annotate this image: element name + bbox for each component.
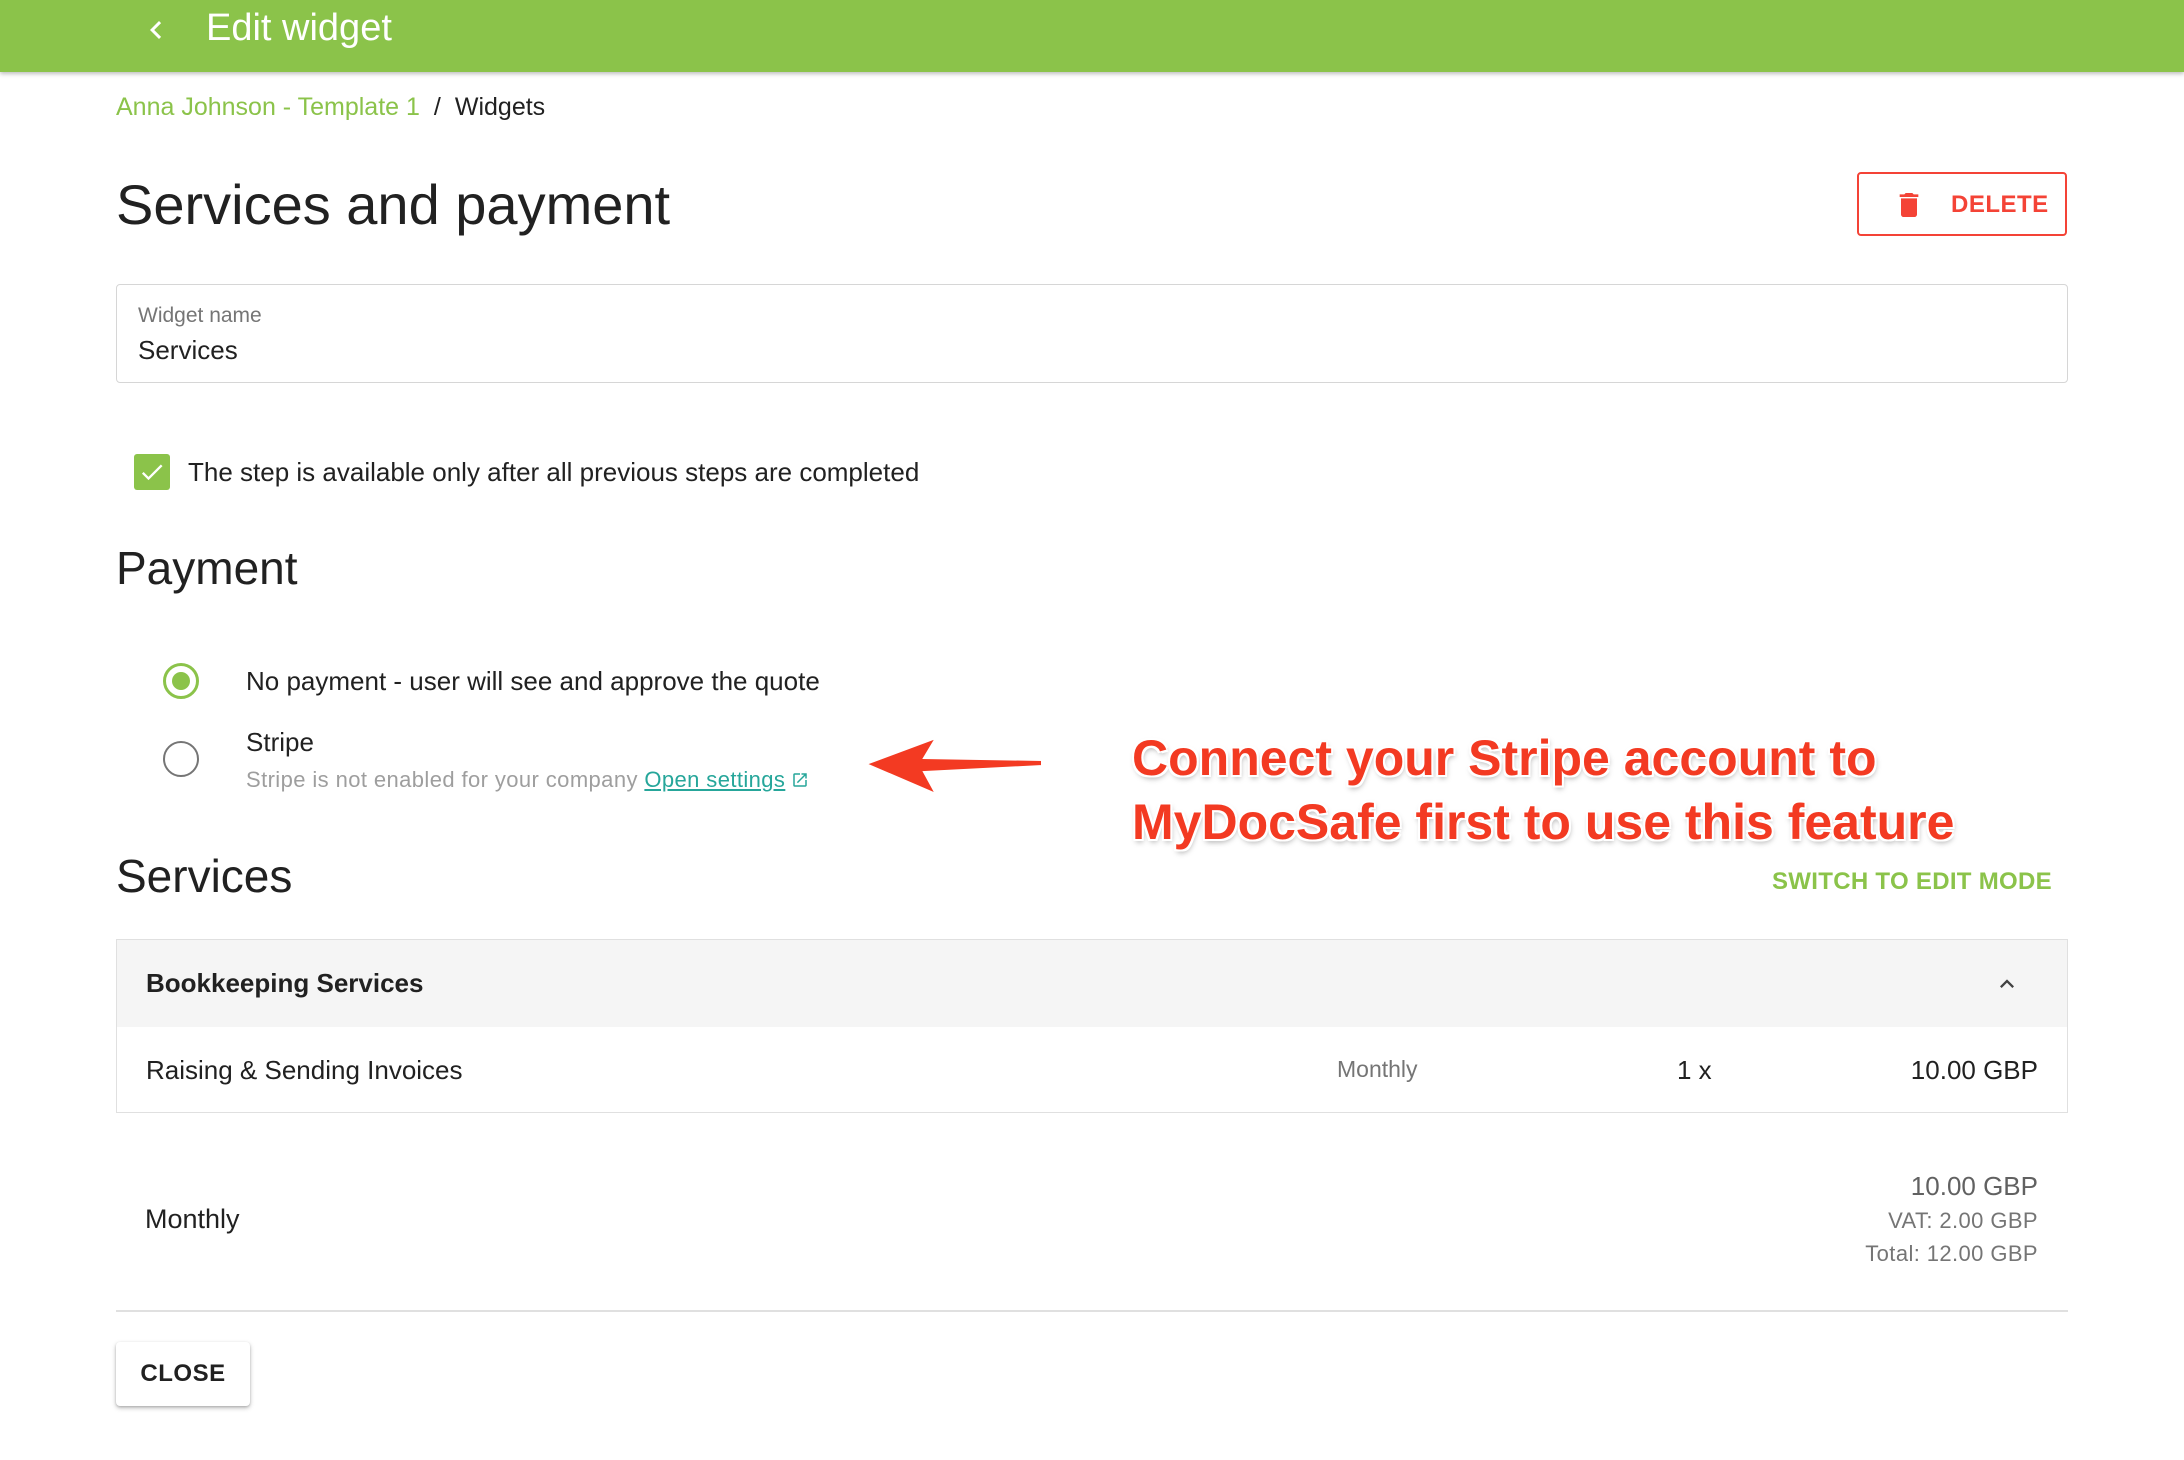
step-availability-checkbox[interactable]	[134, 454, 170, 490]
summary-vat: VAT: 2.00 GBP	[1888, 1208, 2038, 1233]
footer-divider	[116, 1310, 2068, 1312]
chevron-left-icon[interactable]	[138, 12, 174, 48]
breadcrumb-separator: /	[433, 93, 441, 121]
radio-stripe[interactable]	[163, 741, 199, 777]
delete-button-label: DELETE	[1951, 191, 2049, 218]
chevron-up-icon[interactable]	[1993, 970, 2021, 998]
payment-section-title: Payment	[116, 542, 298, 594]
app-header: Edit widget	[0, 0, 2184, 72]
breadcrumb: Anna Johnson - Template 1 / Widgets	[116, 90, 545, 124]
annotation-line-2: MyDocSafe first to use this feature	[1132, 794, 1955, 850]
checkmark-icon	[141, 464, 163, 481]
service-quantity: 1 x	[1677, 1055, 1712, 1085]
service-row: Raising & Sending Invoices Monthly 1 x 1…	[117, 1027, 2067, 1114]
radio-stripe-label: Stripe	[246, 727, 314, 757]
annotation-line-1: Connect your Stripe account to	[1132, 730, 1877, 786]
trash-icon	[1899, 193, 1919, 217]
stripe-note: Stripe is not enabled for your company O…	[246, 765, 809, 795]
annotation-arrow-icon	[864, 736, 1043, 797]
services-group-title: Bookkeeping Services	[146, 968, 424, 998]
close-button-label: CLOSE	[140, 1360, 226, 1387]
summary-total: Total: 12.00 GBP	[1865, 1241, 2038, 1266]
delete-button[interactable]: DELETE	[1857, 172, 2067, 236]
open-settings-label: Open settings	[644, 767, 786, 792]
external-link-icon	[793, 773, 808, 787]
step-availability-label: The step is available only after all pre…	[188, 457, 920, 487]
switch-to-edit-mode-button[interactable]: SWITCH TO EDIT MODE	[1772, 868, 2052, 896]
breadcrumb-current: Widgets	[454, 93, 546, 121]
page-title: Services and payment	[116, 173, 671, 236]
radio-no-payment[interactable]	[163, 663, 199, 699]
widget-name-label: Widget name	[138, 304, 262, 327]
services-group-header[interactable]: Bookkeeping Services	[117, 940, 2067, 1027]
service-period: Monthly	[1337, 1056, 1418, 1082]
header-title: Edit widget	[206, 7, 392, 49]
widget-name-field[interactable]: Widget name	[116, 284, 2068, 383]
close-button[interactable]: CLOSE	[116, 1342, 250, 1406]
annotation-callout: Connect your Stripe account to MyDocSafe…	[1132, 726, 1954, 854]
summary-period: Monthly	[145, 1204, 240, 1234]
service-price: 10.00 GBP	[1910, 1055, 2038, 1085]
service-name: Raising & Sending Invoices	[146, 1055, 463, 1085]
open-settings-link[interactable]: Open settings	[644, 767, 809, 792]
breadcrumb-parent-link[interactable]: Anna Johnson - Template 1	[116, 93, 420, 121]
stripe-note-text: Stripe is not enabled for your company	[246, 767, 638, 792]
services-section-title: Services	[116, 850, 293, 902]
services-group-card: Bookkeeping Services Raising & Sending I…	[116, 939, 2068, 1113]
summary-amount: 10.00 GBP	[1910, 1171, 2038, 1201]
radio-no-payment-label: No payment - user will see and approve t…	[246, 666, 820, 696]
widget-name-input[interactable]	[138, 335, 2018, 366]
